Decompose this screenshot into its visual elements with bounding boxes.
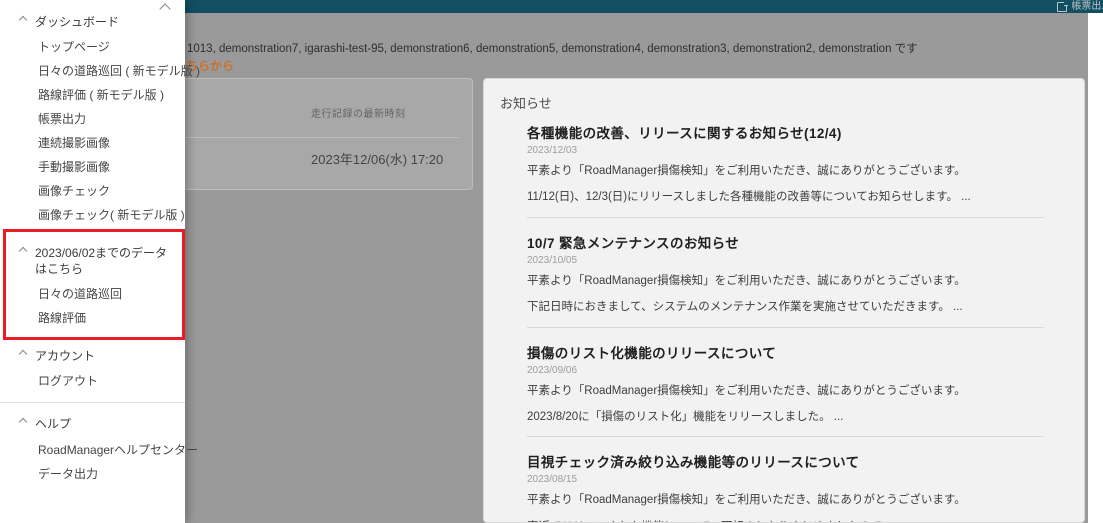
- chevron-up-icon: [18, 15, 28, 25]
- account-list-text: 1013, demonstration7, igarashi-test-95, …: [187, 43, 918, 55]
- sidebar-section-label: ダッシュボード: [35, 15, 120, 29]
- notice-item: 10/7 緊急メンテナンスのお知らせ 2023/10/05 平素より「RoadMan…: [527, 232, 1044, 315]
- sidebar-section: ヘルプ RoadManagerヘルプセンター データ出力: [0, 412, 198, 486]
- sidebar-item[interactable]: データ出力: [0, 462, 185, 486]
- notice-body: 直近でリリースされた機能について、下記のとおりまとめましたので、今後の運用にお役…: [527, 520, 1044, 522]
- sidebar-drawer: ダッシュボードトップページ 日々の道路巡回 ( 新モデル版 ) 路線評価 ( 新モデ…: [0, 0, 200, 523]
- sidebar-section-header[interactable]: ヘルプ: [0, 412, 185, 437]
- sidebar-section: 2023/06/02までのデータはこちら日々の道路巡回 路線評価: [0, 241, 185, 330]
- sidebar-section: アカウントログアウト: [0, 344, 185, 393]
- notice-title[interactable]: 各種機能の改善、リリースに関するお知らせ(12/4): [527, 122, 1044, 142]
- drawer-collapse-button[interactable]: [158, 1, 172, 15]
- notice-body: 11/12(日)、12/3(日)にリリースしました各種機能の改善等についてお知ら…: [527, 191, 971, 204]
- report-output-label: 帳票出..: [1071, 0, 1103, 12]
- notice-item: 目視チェック済み絞り込み機能等のリリースについて 2023/08/15 平素より「R…: [527, 451, 1044, 522]
- notice-separator: [527, 216, 1044, 218]
- chevron-up-icon: [18, 418, 28, 427]
- notice-date: 2023/12/03: [527, 145, 578, 156]
- record-card-divider: [163, 137, 460, 138]
- record-card-value: 2023年12/06(水) 17:20: [311, 152, 444, 167]
- notice-date: 2023/08/15: [527, 474, 578, 486]
- launch-icon: [1057, 0, 1069, 12]
- sidebar-section-label: ヘルプ: [35, 417, 72, 432]
- sidebar-item[interactable]: トップページ: [0, 35, 185, 59]
- report-output-button[interactable]: 帳票出..: [1057, 0, 1103, 12]
- sidebar-item[interactable]: 帳票出力: [0, 107, 185, 131]
- notices-title: お知らせ: [500, 96, 552, 111]
- notice-date: 2023/10/05: [527, 254, 578, 266]
- sidebar-item[interactable]: 路線評価 ( 新モデル版 ): [0, 83, 185, 107]
- driving-record-card: 走行記録の最新時刻 2023年12/06(水) 17:20: [150, 78, 473, 190]
- notices-panel: お知らせ 各種機能の改善、リリースに関するお知らせ(12/4) 2023/12/0…: [483, 78, 1085, 523]
- notice-title[interactable]: 目視チェック済み絞り込み機能等のリリースについて: [527, 451, 1044, 471]
- notice-body: 平素より「RoadManager損傷検知」をご利用いただき、誠にありがとうござい…: [527, 165, 966, 177]
- notice-body: 2023/8/20に「損傷のリスト化」機能をリリースしました。 ...: [527, 410, 844, 423]
- notice-title[interactable]: 10/7 緊急メンテナンスのお知らせ: [527, 232, 1044, 252]
- notice-item: 各種機能の改善、リリースに関するお知らせ(12/4) 2023/12/03 平素より…: [527, 122, 1044, 205]
- notice-date: 2023/09/06: [527, 364, 578, 376]
- chevron-up-icon: [18, 349, 28, 359]
- notices-list: 各種機能の改善、リリースに関するお知らせ(12/4) 2023/12/03 平素より…: [500, 122, 1044, 522]
- sidebar-item[interactable]: ログアウト: [0, 369, 185, 393]
- sidebar-item[interactable]: 日々の道路巡回: [0, 282, 185, 306]
- notice-body: 下記日時におきまして、システムのメンテナンス作業を実施させていただきます。 ..…: [527, 301, 963, 314]
- sidebar-section-header[interactable]: ダッシュボード: [0, 10, 185, 35]
- notice-title[interactable]: 損傷のリスト化機能のリリースについて: [527, 342, 1044, 362]
- notice-body: 平素より「RoadManager損傷検知」をご利用いただき、誠にありがとうござい…: [527, 274, 966, 287]
- notice-separator: [527, 436, 1044, 438]
- sidebar-item[interactable]: 路線評価: [0, 306, 185, 330]
- sidebar-section-header[interactable]: アカウント: [0, 344, 185, 369]
- notice-body: 平素より「RoadManager損傷検知」をご利用いただき、誠にありがとうござい…: [527, 494, 966, 507]
- sidebar-section-label: アカウント: [35, 349, 96, 364]
- notice-item: 損傷のリスト化機能のリリースについて 2023/09/06 平素より「RoadMan…: [527, 342, 1044, 425]
- sidebar-item[interactable]: 日々の道路巡回 ( 新モデル版 ): [0, 59, 200, 83]
- notice-separator: [527, 326, 1044, 328]
- sidebar-item[interactable]: 画像チェック: [0, 179, 185, 203]
- sidebar-nav: ダッシュボードトップページ 日々の道路巡回 ( 新モデル版 ) 路線評価 ( 新モデ…: [0, 0, 200, 486]
- sidebar-divider: [0, 402, 185, 404]
- notice-body: 平素より「RoadManager損傷検知」をご利用いただき、誠にありがとうござい…: [527, 384, 966, 397]
- record-card-label: 走行記録の最新時刻: [311, 109, 406, 120]
- sidebar-section: ダッシュボードトップページ 日々の道路巡回 ( 新モデル版 ) 路線評価 ( 新モデ…: [0, 10, 200, 227]
- sidebar-section-header[interactable]: 2023/06/02までのデータはこちら: [0, 241, 185, 282]
- sidebar-item[interactable]: 連続撮影画像: [0, 131, 185, 155]
- sidebar-item[interactable]: 画像チェック( 新モデル版 ): [0, 203, 185, 227]
- chevron-up-icon: [18, 247, 28, 256]
- chevron-up-icon: [159, 2, 171, 15]
- sidebar-item[interactable]: 手動撮影画像: [0, 155, 185, 179]
- sidebar-section-label: 2023/06/02までのデータはこちら: [35, 246, 168, 276]
- sidebar-item[interactable]: RoadManagerヘルプセンター: [0, 438, 198, 462]
